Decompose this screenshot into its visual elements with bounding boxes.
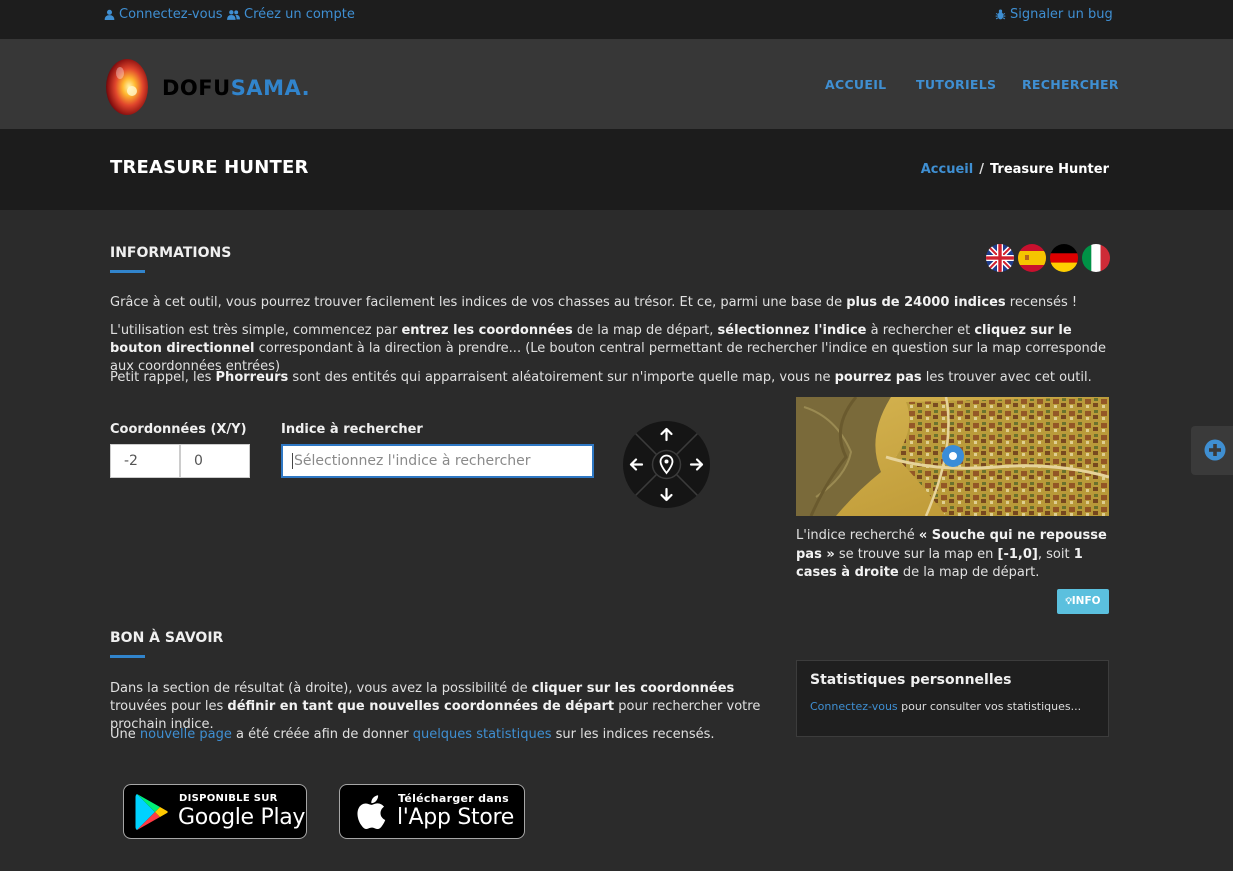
result-map-image: [796, 397, 1109, 516]
flag-spain-icon[interactable]: [1018, 244, 1046, 272]
flag-uk-icon[interactable]: [986, 244, 1014, 272]
dofus-egg-icon: [106, 59, 148, 115]
breadcrumb-home[interactable]: Accueil: [921, 162, 973, 177]
users-icon: [227, 10, 240, 20]
info-button[interactable]: 💡︎INFO: [1057, 589, 1109, 614]
bug-icon: [995, 9, 1006, 20]
apple-icon: [357, 795, 386, 830]
user-icon: [104, 9, 115, 20]
google-play-badge[interactable]: DISPONIBLE SUR Google Play: [123, 784, 307, 839]
google-play-icon: [135, 794, 168, 830]
text-cursor: [292, 453, 293, 469]
language-flags: [986, 244, 1110, 272]
brand-name: DOFUSAMA.: [162, 76, 311, 100]
nav-rechercher[interactable]: RECHERCHER: [1022, 77, 1119, 92]
register-link[interactable]: Créez un compte: [227, 7, 355, 22]
breadcrumb: Accueil / Treasure Hunter: [920, 162, 1109, 177]
plus-circle-icon: [1204, 439, 1226, 461]
heading-underline-2: [110, 655, 145, 658]
nav-accueil[interactable]: ACCUEIL: [825, 77, 886, 92]
y-coordinate-input[interactable]: 0: [180, 444, 250, 478]
stats-login-link[interactable]: Connectez-vous: [810, 700, 898, 713]
info-paragraph-3: Petit rappel, les Phorreurs sont des ent…: [110, 370, 1092, 385]
side-expand-button[interactable]: [1191, 426, 1233, 475]
statistics-link[interactable]: quelques statistiques: [413, 727, 552, 742]
coordinates-label: Coordonnées (X/Y): [110, 422, 247, 437]
result-coordinates-link[interactable]: [-1,0]: [998, 547, 1038, 562]
flag-italy-icon[interactable]: [1082, 244, 1110, 272]
heading-underline: [110, 270, 145, 273]
informations-heading: INFORMATIONS: [110, 245, 232, 261]
stats-title: Statistiques personnelles: [810, 672, 1012, 688]
nav-tutoriels[interactable]: TUTORIELS: [916, 77, 996, 92]
info-paragraph-1: Grâce à cet outil, vous pourrez trouver …: [110, 295, 1078, 310]
breadcrumb-current: Treasure Hunter: [989, 162, 1109, 177]
title-band: TREASURE HUNTER Accueil / Treasure Hunter: [0, 129, 1233, 210]
x-coordinate-input[interactable]: -2: [110, 444, 180, 478]
personal-stats-panel: Statistiques personnelles Connectez-vous…: [796, 660, 1109, 737]
direction-pad[interactable]: [623, 421, 710, 508]
info-paragraph-2: L'utilisation est très simple, commencez…: [110, 323, 1107, 374]
result-text: L'indice recherché « Souche qui ne repou…: [796, 528, 1107, 580]
clue-search-input[interactable]: Sélectionnez l'indice à rechercher: [281, 444, 594, 478]
top-bar: Connectez-vous Créez un compte Signaler …: [0, 0, 1233, 39]
bon-a-savoir-heading: BON À SAVOIR: [110, 630, 224, 646]
site-logo[interactable]: DOFUSAMA.: [104, 55, 314, 117]
clue-label: Indice à rechercher: [281, 422, 423, 437]
bon-a-savoir-paragraph-2: Une nouvelle page a été créée afin de do…: [110, 727, 715, 742]
flag-germany-icon[interactable]: [1050, 244, 1078, 272]
site-header: DOFUSAMA. ACCUEIL TUTORIELS RECHERCHER: [0, 39, 1233, 129]
page-title: TREASURE HUNTER: [110, 157, 309, 178]
stats-text: Connectez-vous pour consulter vos statis…: [810, 700, 1082, 713]
new-page-link[interactable]: nouvelle page: [140, 727, 232, 742]
report-bug-link[interactable]: Signaler un bug: [995, 7, 1113, 22]
app-store-badge[interactable]: Télécharger dans l'App Store: [339, 784, 525, 839]
login-link[interactable]: Connectez-vous: [104, 7, 223, 22]
